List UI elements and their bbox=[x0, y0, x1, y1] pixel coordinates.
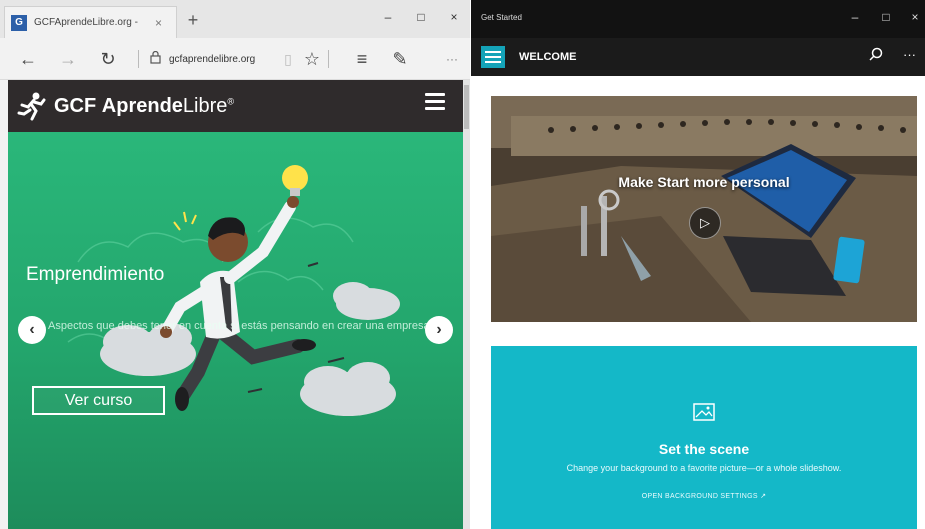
video-title: Make Start more personal bbox=[618, 174, 790, 190]
app-hamburger-icon[interactable] bbox=[481, 46, 505, 68]
close-window-button[interactable]: × bbox=[444, 10, 464, 24]
maximize-button[interactable]: □ bbox=[411, 10, 431, 24]
page-scrollbar[interactable] bbox=[463, 80, 470, 529]
app-minimize-button[interactable]: – bbox=[845, 10, 865, 24]
set-the-scene-tile[interactable]: Set the scene Change your background to … bbox=[491, 346, 917, 529]
scene-title: Set the scene bbox=[658, 441, 750, 457]
open-background-settings-link[interactable]: OPEN BACKGROUND SETTINGS ↗ bbox=[491, 492, 917, 500]
carousel-next-button[interactable]: › bbox=[425, 316, 453, 344]
app-title-bar: Get Started – □ × bbox=[471, 0, 925, 38]
nav-divider bbox=[328, 50, 329, 68]
app-maximize-button[interactable]: □ bbox=[876, 10, 896, 24]
reading-view-icon[interactable]: ▯ bbox=[276, 47, 300, 71]
more-icon[interactable]: ··· bbox=[440, 47, 464, 71]
lock-icon bbox=[150, 50, 161, 67]
nav-divider bbox=[138, 50, 139, 68]
logo-libre: Libre bbox=[182, 94, 228, 117]
hamburger-menu-icon[interactable] bbox=[425, 93, 445, 114]
ver-curso-button[interactable]: Ver curso bbox=[32, 386, 165, 415]
gcf-site-header: GCF AprendeLibre® bbox=[8, 80, 463, 132]
refresh-icon[interactable]: ↻ bbox=[96, 47, 120, 71]
app-window-title: Get Started bbox=[481, 13, 522, 22]
address-url: gcfaprendelibre.org bbox=[169, 53, 256, 65]
logo-gcf: GCF bbox=[54, 94, 97, 117]
edge-browser-window: G GCFAprendeLibre.org - × + – □ × ← → ↻ … bbox=[0, 0, 470, 529]
hero-description: Aspectos que debes tener en cuenta si es… bbox=[48, 320, 433, 332]
play-icon[interactable]: ▷ bbox=[689, 207, 721, 239]
gcf-logo-text[interactable]: GCF AprendeLibre® bbox=[54, 95, 234, 118]
app-header: WELCOME ··· bbox=[471, 38, 925, 76]
favorite-star-icon[interactable]: ☆ bbox=[300, 47, 324, 71]
hub-icon[interactable]: ≡ bbox=[350, 47, 374, 71]
edge-navigation-bar: ← → ↻ gcfaprendelibre.org ▯ ☆ ≡ ✎ ··· bbox=[0, 38, 470, 80]
back-arrow-icon[interactable]: ← bbox=[16, 47, 40, 71]
tab-title: GCFAprendeLibre.org - bbox=[34, 17, 138, 28]
gcf-runner-logo-icon[interactable] bbox=[16, 90, 48, 122]
carousel-prev-button[interactable]: ‹ bbox=[18, 316, 46, 344]
search-icon[interactable] bbox=[869, 47, 883, 65]
gcf-favicon-icon: G bbox=[11, 14, 27, 31]
edge-tab-bar: G GCFAprendeLibre.org - × + – □ × bbox=[0, 0, 470, 38]
scene-description: Change your background to a favorite pic… bbox=[566, 463, 842, 473]
webpage-viewport: GCF AprendeLibre® Emprendimiento Aspecto… bbox=[8, 80, 463, 529]
web-note-icon[interactable]: ✎ bbox=[388, 47, 412, 71]
address-bar[interactable]: gcfaprendelibre.org bbox=[150, 46, 270, 72]
logo-registered: ® bbox=[227, 95, 235, 106]
tab-close-icon[interactable]: × bbox=[155, 16, 162, 30]
browser-tab[interactable]: G GCFAprendeLibre.org - × bbox=[4, 6, 177, 38]
hero-carousel: Emprendimiento Aspectos que debes tener … bbox=[8, 132, 463, 529]
more-options-icon[interactable]: ··· bbox=[903, 47, 916, 62]
get-started-app-window: Get Started – □ × WELCOME ··· Make Start… bbox=[471, 0, 925, 529]
picture-icon bbox=[693, 403, 715, 421]
hero-title: Emprendimiento bbox=[26, 264, 165, 285]
app-close-button[interactable]: × bbox=[905, 10, 925, 24]
logo-aprende: Aprende bbox=[101, 94, 183, 117]
video-tile[interactable]: Make Start more personal ▷ bbox=[491, 96, 917, 322]
new-tab-button[interactable]: + bbox=[182, 10, 204, 31]
forward-arrow-icon[interactable]: → bbox=[56, 47, 80, 71]
page-title: WELCOME bbox=[519, 51, 577, 63]
minimize-button[interactable]: – bbox=[378, 10, 398, 24]
scrollbar-thumb[interactable] bbox=[464, 85, 469, 129]
